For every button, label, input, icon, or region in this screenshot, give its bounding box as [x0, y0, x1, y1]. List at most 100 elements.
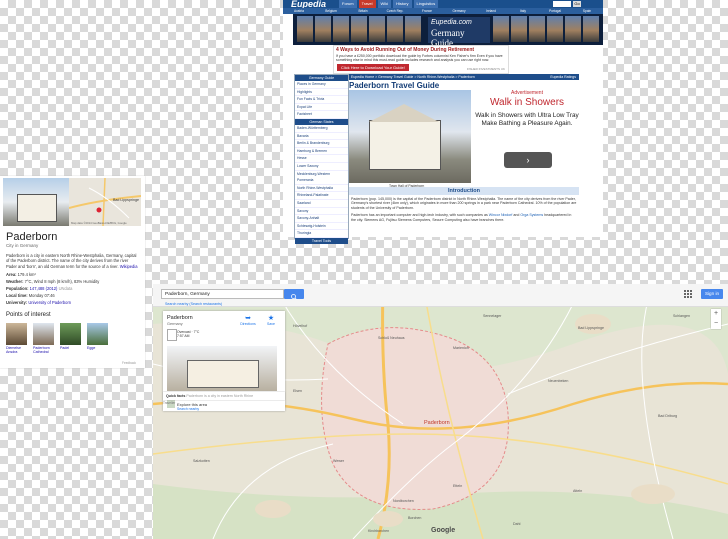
- map-city-label: Paderborn: [424, 420, 450, 426]
- zoom-in-button[interactable]: +: [711, 309, 721, 319]
- fact-value[interactable]: 147,488 (2012): [30, 286, 58, 291]
- poi-label[interactable]: Diemelse Ansdra: [6, 346, 30, 354]
- guide-sidebar: Germany Guide Places in Germany Highligh…: [294, 74, 349, 244]
- nav-tab-travel[interactable]: Travel: [358, 0, 376, 8]
- poi-image[interactable]: [6, 323, 27, 345]
- sidebar-item[interactable]: Expat Life: [295, 104, 348, 112]
- quick-facts-bar[interactable]: Quick facts Paderborn is a city in easte…: [163, 392, 285, 400]
- poi-image[interactable]: [33, 323, 54, 345]
- fact-value[interactable]: University of Paderborn: [28, 300, 71, 305]
- zoom-out-button[interactable]: −: [711, 319, 721, 329]
- search-nearby-link[interactable]: Search nearby (Search restaurants): [165, 302, 222, 306]
- poi-image[interactable]: [87, 323, 108, 345]
- map-search-button[interactable]: [284, 289, 304, 300]
- google-logo: Google: [431, 527, 456, 534]
- save-button[interactable]: ★ Save: [263, 314, 279, 326]
- poi-label[interactable]: Padel: [60, 346, 84, 350]
- intro-paragraph: Paderborn (pop. 145,000) is the capital …: [351, 197, 577, 210]
- sidebar-item[interactable]: Places in Germany: [295, 81, 348, 89]
- banner-photo: [565, 16, 581, 42]
- banner-photo: [583, 16, 599, 42]
- map-town-label: Schloß Neuhaus: [378, 336, 405, 340]
- sidebar-item[interactable]: Schleswig-Holstein: [295, 223, 348, 231]
- wincor-link[interactable]: Wincor Nixdorf: [489, 213, 513, 217]
- map-search-input[interactable]: Paderborn, Germany: [161, 289, 284, 299]
- nav-tab-wiki[interactable]: Wiki: [377, 0, 392, 8]
- fact-label: Area:: [6, 272, 17, 277]
- banner-photo: [297, 16, 313, 42]
- sidebar-item[interactable]: Saxony-Anhalt: [295, 215, 348, 223]
- sign-in-button[interactable]: Sign in: [701, 289, 723, 299]
- sidebar-item[interactable]: Lower Saxony: [295, 163, 348, 171]
- shower-advert[interactable]: Advertisement Walk in Showers Walk in Sh…: [474, 90, 580, 172]
- eupedia-nav: Forum Travel Wiki History Linguistics: [339, 0, 439, 8]
- eupedia-go-button[interactable]: Go: [573, 1, 581, 7]
- map-town-label: Nordborchen: [393, 499, 414, 503]
- banner-photo: [333, 16, 349, 42]
- sidebar-item[interactable]: Baden-Württemberg: [295, 125, 348, 133]
- star-icon: ★: [267, 315, 275, 322]
- explore-link[interactable]: Search nearby: [177, 407, 199, 411]
- sidebar-item[interactable]: Highlights: [295, 89, 348, 97]
- ratings-link[interactable]: Eupedia Ratings: [550, 74, 576, 80]
- advert-arrow-button[interactable]: ›: [504, 152, 552, 168]
- kp-fact-weather: Weather: 7°C, Wind 8 mph (8 km/h), 83% H…: [6, 279, 99, 284]
- kp-fact-population: Population: 147,488 (2012) UNdata: [6, 286, 72, 291]
- zoom-control: + −: [711, 309, 721, 329]
- google-map[interactable]: Bad Lippspringe Schlangen Neuenbeken Sch…: [153, 284, 728, 539]
- map-town-label: Bad Driburg: [658, 414, 678, 418]
- mini-map-roads: [69, 178, 141, 226]
- sidebar-item[interactable]: Hamburg & Bremen: [295, 148, 348, 156]
- sidebar-item[interactable]: North Rhine-Westphalia: [295, 185, 348, 193]
- map-town-label: Neuenbeken: [548, 379, 569, 383]
- fact-value: Monday 07:46: [28, 293, 55, 298]
- advert-headline[interactable]: Walk in Showers: [474, 97, 580, 108]
- directions-icon: ➥: [245, 315, 251, 322]
- banner-photo: [547, 16, 563, 42]
- eupedia-logo[interactable]: Eupedia: [291, 0, 326, 9]
- map-town-label: Borchen: [408, 516, 422, 520]
- intro-text: Paderborn (pop. 145,000) is the capital …: [351, 197, 577, 222]
- poi-label[interactable]: Paderborn Cathedral: [33, 346, 57, 354]
- ad-footer: FISHER INVESTMENTS UK: [466, 67, 505, 71]
- sidebar-item[interactable]: Berlin & Brandenburg: [295, 140, 348, 148]
- sidebar-item[interactable]: Fun Facts & Trivia: [295, 96, 348, 104]
- mini-map[interactable]: Bad Lippspringe Map data ©2014 GeoBasis-…: [69, 178, 141, 226]
- banner-photo: [351, 16, 367, 42]
- eupedia-search-input[interactable]: [553, 1, 571, 7]
- apps-grid-icon[interactable]: [684, 290, 692, 298]
- banner-photo: [369, 16, 385, 42]
- building-facade: [17, 194, 57, 222]
- banner-title: Eupedia.com Germany Guide: [428, 17, 490, 48]
- breadcrumb-text[interactable]: Eupedia Home > Germany Travel Guide > No…: [351, 75, 475, 79]
- paderborn-photo[interactable]: [3, 178, 69, 226]
- wikipedia-link[interactable]: Wikipedia: [120, 264, 138, 269]
- poi-image[interactable]: [60, 323, 81, 345]
- banner-photo: [387, 16, 403, 42]
- sidebar-item[interactable]: Saxony: [295, 208, 348, 216]
- retirement-ad[interactable]: 4 Ways to Avoid Running Out of Money Dur…: [333, 45, 509, 74]
- nav-tab-linguistics[interactable]: Linguistics: [413, 0, 439, 8]
- orga-link[interactable]: Orga Systems: [520, 213, 543, 217]
- place-photo[interactable]: [167, 346, 277, 391]
- nav-tab-history[interactable]: History: [393, 0, 412, 8]
- nav-tab-forum[interactable]: Forum: [339, 0, 357, 8]
- map-town-label: Atteln: [573, 489, 583, 493]
- sidebar-item[interactable]: Bavaria: [295, 133, 348, 141]
- poi-label[interactable]: Egge: [87, 346, 111, 350]
- map-tagline: Traveller: [163, 401, 176, 405]
- kp-subtitle: City in Germany: [6, 243, 39, 248]
- ad-download-button[interactable]: Click Here to Download Your Guide!: [337, 64, 409, 71]
- sidebar-item[interactable]: Rhineland-Palatinate: [295, 192, 348, 200]
- feedback-link[interactable]: Feedback: [122, 361, 136, 365]
- sidebar-item[interactable]: Saarland: [295, 200, 348, 208]
- directions-button[interactable]: ➥ Directions: [239, 314, 257, 326]
- sidebar-item[interactable]: Thuringia: [295, 230, 348, 238]
- search-icon: [291, 294, 297, 300]
- sidebar-item[interactable]: Mecklenburg-Western Pomerania: [295, 171, 348, 185]
- sidebar-item[interactable]: Hesse: [295, 155, 348, 163]
- intro-text-part: Paderborn has an important computer and …: [351, 213, 489, 218]
- ad-headline[interactable]: 4 Ways to Avoid Running Out of Money Dur…: [334, 46, 508, 54]
- sidebar-item[interactable]: Factsheet: [295, 111, 348, 119]
- map-town-label: Sennelager: [483, 314, 502, 318]
